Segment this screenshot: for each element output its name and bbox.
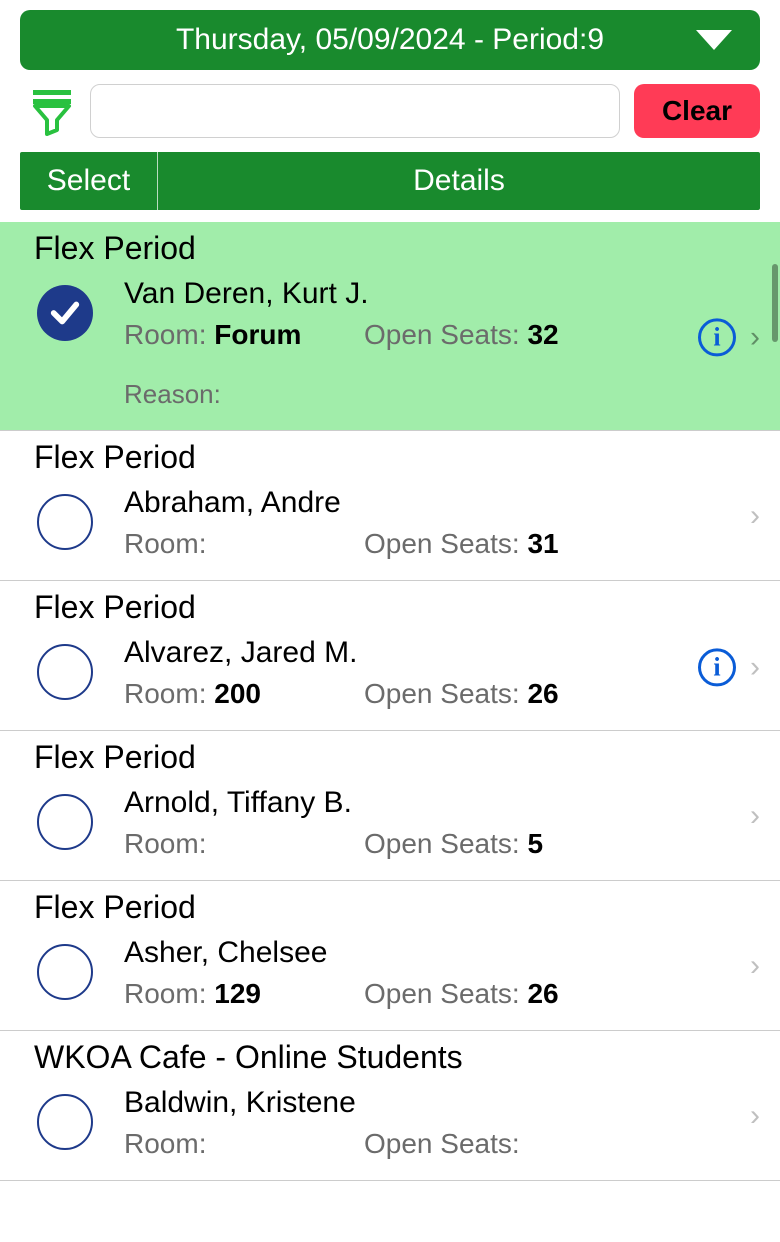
detail-column: Abraham, Andre Room: Open Seats: 31 [124, 486, 746, 560]
room-value: 200 [214, 678, 261, 709]
list-item[interactable]: WKOA Cafe - Online Students Baldwin, Kris… [0, 1031, 780, 1181]
open-seats-value: 26 [527, 678, 558, 709]
room-label: Room: [124, 978, 206, 1009]
open-seats-label: Open Seats: [364, 678, 520, 709]
select-column [34, 277, 96, 341]
date-period-selector[interactable]: Thursday, 05/09/2024 - Period:9 [20, 10, 760, 70]
open-seats-label: Open Seats: [364, 978, 520, 1009]
open-seats-value: 32 [527, 319, 558, 350]
detail-column: Alvarez, Jared M. Room: 200 Open Seats: 26 [124, 636, 746, 710]
chevron-right-icon[interactable]: › [750, 949, 760, 983]
chevron-right-icon[interactable]: › [750, 650, 760, 684]
chevron-right-icon[interactable]: › [750, 799, 760, 833]
meta-row: Room: 200 Open Seats: 26 [124, 678, 746, 710]
open-seats-value: 31 [527, 528, 558, 559]
item-body: Baldwin, Kristene Room: Open Seats: [34, 1086, 746, 1160]
room-value: Forum [214, 319, 301, 350]
room-value: 129 [214, 978, 261, 1009]
scrollbar-thumb[interactable] [772, 264, 778, 342]
side-column: i› [698, 648, 760, 686]
teacher-name: Alvarez, Jared M. [124, 636, 746, 670]
room-label: Room: [124, 828, 206, 859]
teacher-name: Van Deren, Kurt J. [124, 277, 746, 311]
detail-column: Arnold, Tiffany B. Room: Open Seats: 5 [124, 786, 746, 860]
reason-label: Reason: [124, 379, 221, 409]
select-column [34, 1086, 96, 1150]
open-seats-label: Open Seats: [364, 828, 520, 859]
list-container: Flex Period Van Deren, Kurt J. Room: Forum… [0, 222, 780, 1242]
open-seats-value: 5 [527, 828, 543, 859]
info-icon[interactable]: i [698, 318, 736, 356]
period-title: Flex Period [34, 439, 746, 476]
list-item[interactable]: Flex Period Asher, Chelsee Room: 129 Open S… [0, 881, 780, 1031]
chevron-right-icon[interactable]: › [750, 1099, 760, 1133]
chevron-right-icon[interactable]: › [750, 320, 760, 354]
meta-row: Room: Open Seats: 5 [124, 828, 746, 860]
side-column: › [750, 1099, 760, 1133]
radio-unselected[interactable] [37, 794, 93, 850]
select-column [34, 486, 96, 550]
side-column: i› [698, 318, 760, 356]
reason-row: Reason: [124, 379, 746, 410]
open-seats-value: 26 [527, 978, 558, 1009]
list-header: Select Details [20, 152, 760, 210]
info-icon[interactable]: i [698, 648, 736, 686]
open-seats-label: Open Seats: [364, 528, 520, 559]
column-select: Select [20, 152, 158, 210]
teacher-name: Abraham, Andre [124, 486, 746, 520]
clear-button[interactable]: Clear [634, 84, 760, 138]
filter-icon[interactable] [28, 85, 76, 137]
room-label: Room: [124, 528, 206, 559]
item-body: Asher, Chelsee Room: 129 Open Seats: 26 [34, 936, 746, 1010]
select-column [34, 786, 96, 850]
side-column: › [750, 499, 760, 533]
radio-unselected[interactable] [37, 944, 93, 1000]
item-body: Alvarez, Jared M. Room: 200 Open Seats: 26 [34, 636, 746, 710]
column-details: Details [158, 152, 760, 210]
select-column [34, 936, 96, 1000]
radio-unselected[interactable] [37, 1094, 93, 1150]
room-label: Room: [124, 319, 206, 350]
radio-unselected[interactable] [37, 644, 93, 700]
open-seats-label: Open Seats: [364, 319, 520, 350]
period-title: Flex Period [34, 230, 746, 267]
dropdown-caret-icon [696, 30, 732, 50]
date-period-text: Thursday, 05/09/2024 - Period:9 [176, 23, 604, 57]
room-label: Room: [124, 1128, 206, 1159]
detail-column: Baldwin, Kristene Room: Open Seats: [124, 1086, 746, 1160]
teacher-name: Asher, Chelsee [124, 936, 746, 970]
period-title: Flex Period [34, 889, 746, 926]
list-item[interactable]: Flex Period Van Deren, Kurt J. Room: Forum… [0, 222, 780, 431]
side-column: › [750, 799, 760, 833]
list-item[interactable]: Flex Period Arnold, Tiffany B. Room: Open … [0, 731, 780, 881]
side-column: › [750, 949, 760, 983]
chevron-right-icon[interactable]: › [750, 499, 760, 533]
period-title: WKOA Cafe - Online Students [34, 1039, 746, 1076]
list-item[interactable]: Flex Period Alvarez, Jared M. Room: 200 Ope… [0, 581, 780, 731]
period-title: Flex Period [34, 589, 746, 626]
radio-selected[interactable] [37, 285, 93, 341]
meta-row: Room: Open Seats: 31 [124, 528, 746, 560]
period-title: Flex Period [34, 739, 746, 776]
meta-row: Room: 129 Open Seats: 26 [124, 978, 746, 1010]
detail-column: Van Deren, Kurt J. Room: Forum Open Seats:… [124, 277, 746, 410]
detail-column: Asher, Chelsee Room: 129 Open Seats: 26 [124, 936, 746, 1010]
item-body: Arnold, Tiffany B. Room: Open Seats: 5 [34, 786, 746, 860]
search-input[interactable] [90, 84, 620, 138]
room-label: Room: [124, 678, 206, 709]
item-body: Van Deren, Kurt J. Room: Forum Open Seats:… [34, 277, 746, 410]
radio-unselected[interactable] [37, 494, 93, 550]
select-column [34, 636, 96, 700]
item-body: Abraham, Andre Room: Open Seats: 31 [34, 486, 746, 560]
open-seats-label: Open Seats: [364, 1128, 520, 1159]
meta-row: Room: Forum Open Seats: 32 [124, 319, 746, 351]
teacher-name: Arnold, Tiffany B. [124, 786, 746, 820]
filter-row: Clear [0, 84, 780, 152]
list-item[interactable]: Flex Period Abraham, Andre Room: Open Seat… [0, 431, 780, 581]
meta-row: Room: Open Seats: [124, 1128, 746, 1160]
teacher-name: Baldwin, Kristene [124, 1086, 746, 1120]
